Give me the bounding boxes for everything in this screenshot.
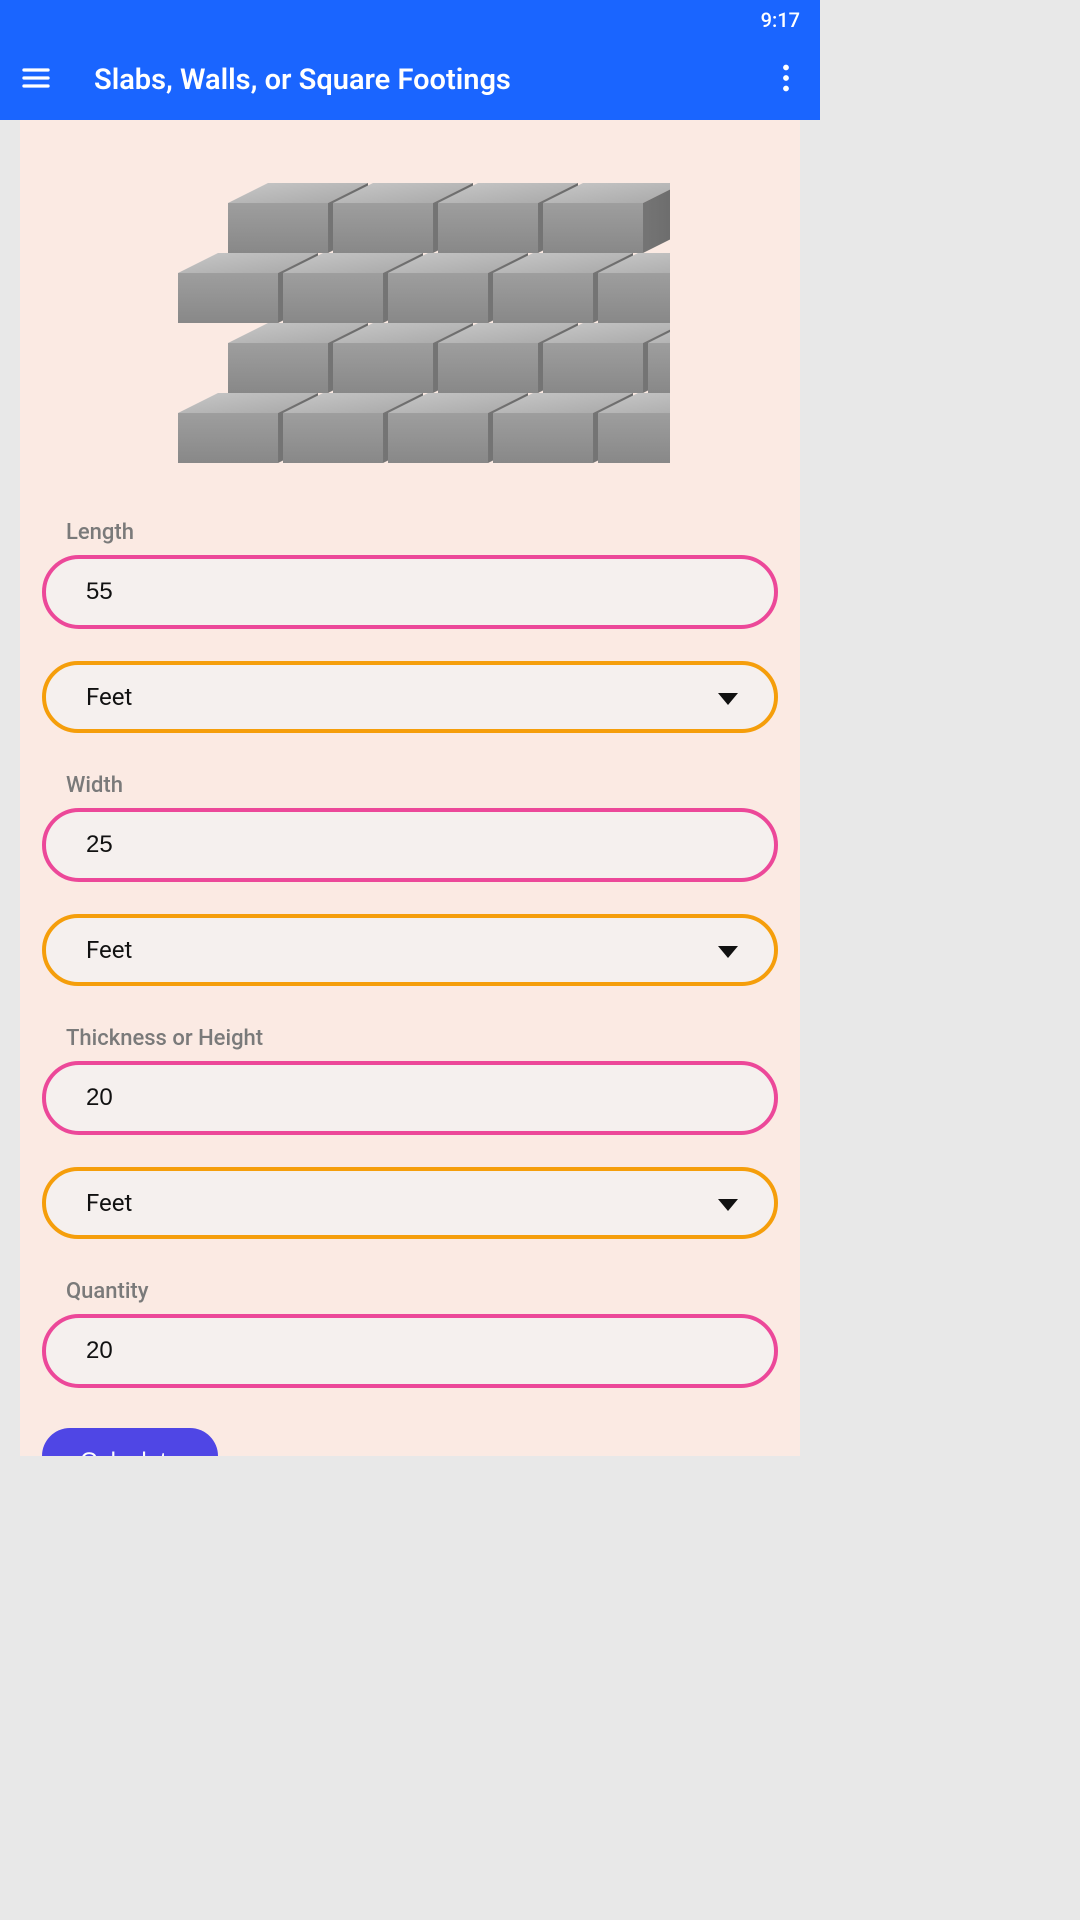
calculate-button[interactable]: Calculate <box>42 1428 218 1456</box>
width-unit-select[interactable]: Feet <box>42 914 778 986</box>
chevron-down-icon <box>718 683 738 711</box>
thickness-label: Thickness or Height <box>66 1026 778 1051</box>
length-label: Length <box>66 520 778 545</box>
length-unit-value: Feet <box>86 683 132 711</box>
length-unit-select[interactable]: Feet <box>42 661 778 733</box>
thickness-input[interactable] <box>42 1061 778 1135</box>
thickness-unit-select[interactable]: Feet <box>42 1167 778 1239</box>
app-bar: Slabs, Walls, or Square Footings <box>0 40 820 120</box>
width-label: Width <box>66 773 778 798</box>
clock: 9:17 <box>761 8 800 32</box>
length-input[interactable] <box>42 555 778 629</box>
more-icon[interactable] <box>772 64 800 96</box>
chevron-down-icon <box>718 1189 738 1217</box>
menu-icon[interactable] <box>20 62 52 98</box>
thickness-unit-value: Feet <box>86 1189 132 1217</box>
quantity-label: Quantity <box>66 1279 778 1304</box>
page-title: Slabs, Walls, or Square Footings <box>94 63 772 97</box>
status-bar: 9:17 <box>0 0 820 40</box>
quantity-input[interactable] <box>42 1314 778 1388</box>
content-area: Length Feet Width Feet Thickness or Heig… <box>20 120 800 1456</box>
hero-image <box>42 130 778 520</box>
chevron-down-icon <box>718 936 738 964</box>
width-unit-value: Feet <box>86 936 132 964</box>
width-input[interactable] <box>42 808 778 882</box>
